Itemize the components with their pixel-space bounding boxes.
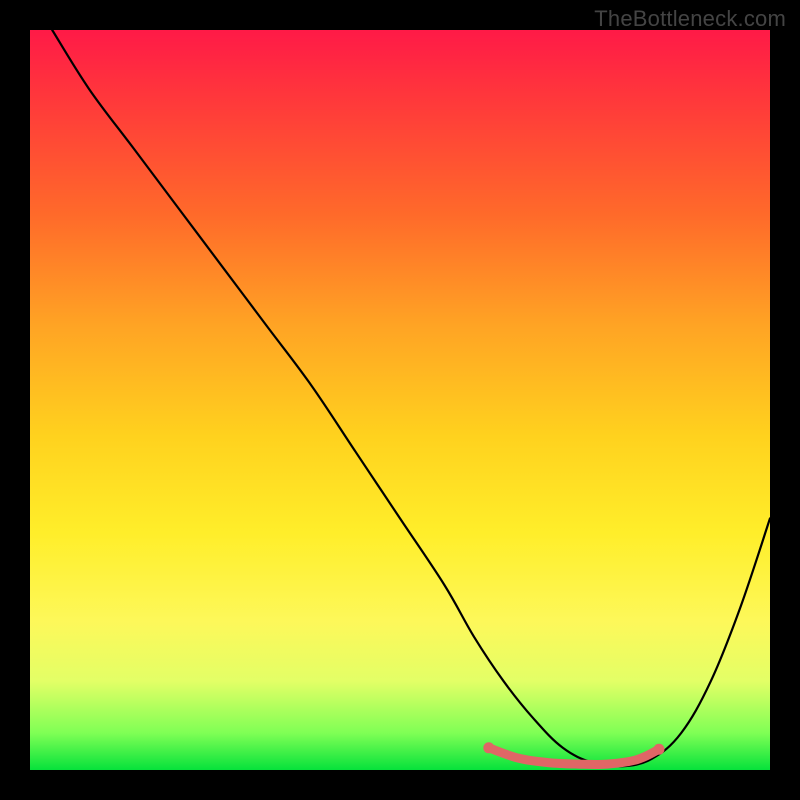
chart-svg (30, 30, 770, 770)
optimal-range-end-dot (654, 744, 665, 755)
bottleneck-curve (52, 30, 770, 766)
optimal-range-highlight (489, 748, 659, 765)
optimal-range-start-dot (483, 742, 494, 753)
watermark-text: TheBottleneck.com (594, 6, 786, 32)
chart-frame: TheBottleneck.com (0, 0, 800, 800)
plot-area (30, 30, 770, 770)
